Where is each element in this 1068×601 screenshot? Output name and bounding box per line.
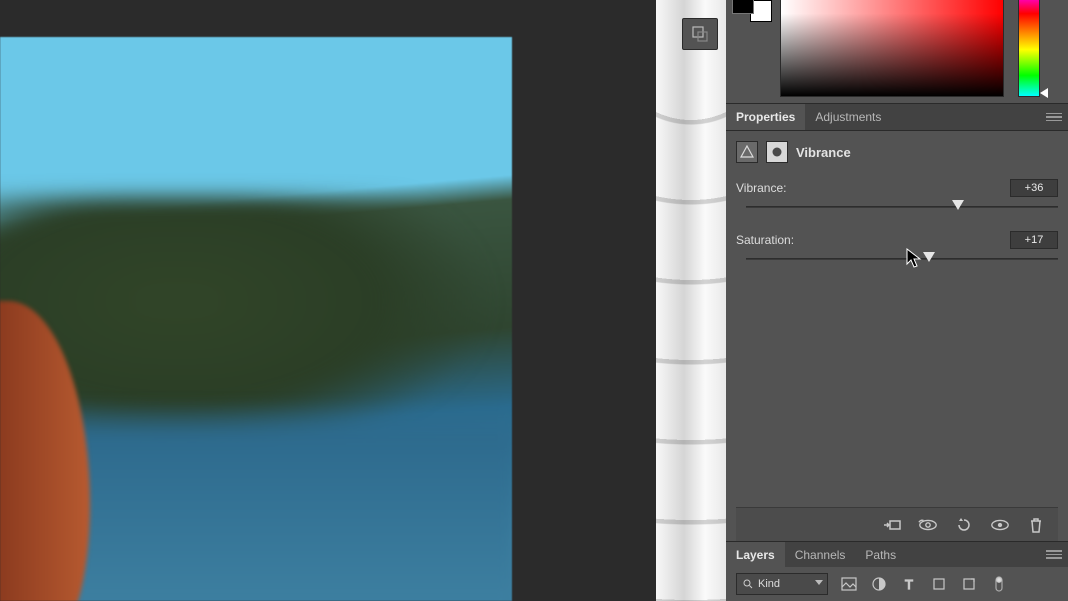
layer-filter-type-select[interactable]: Kind <box>736 573 828 595</box>
foreground-color-swatch[interactable] <box>732 0 754 14</box>
tab-paths[interactable]: Paths <box>855 542 906 567</box>
svg-text:T: T <box>905 577 913 591</box>
document-edge-strip <box>656 0 726 601</box>
vibrance-slider[interactable] <box>746 199 1058 215</box>
search-icon <box>743 579 753 589</box>
filter-pixel-layers-icon[interactable] <box>840 575 858 593</box>
reset-icon[interactable] <box>954 516 974 534</box>
vibrance-value-input[interactable]: +36 <box>1010 179 1058 197</box>
filter-adjustment-layers-icon[interactable] <box>870 575 888 593</box>
color-panel <box>726 0 1068 103</box>
hue-slider[interactable] <box>1018 0 1040 97</box>
filter-smart-object-icon[interactable] <box>960 575 978 593</box>
view-previous-state-icon[interactable] <box>918 516 938 534</box>
adjustment-header: Vibrance <box>736 139 1058 165</box>
adjustment-title: Vibrance <box>796 145 851 160</box>
document-canvas[interactable] <box>0 37 512 601</box>
saturation-slider-thumb[interactable] <box>923 252 935 264</box>
properties-panel-tabs: Properties Adjustments <box>726 103 1068 131</box>
panel-menu-icon[interactable] <box>1046 542 1062 567</box>
layers-filter-toolbar: Kind T <box>726 567 1068 601</box>
saturation-slider[interactable] <box>746 251 1058 267</box>
vibrance-slider-thumb[interactable] <box>952 200 964 212</box>
tab-layers[interactable]: Layers <box>726 542 785 567</box>
tab-properties[interactable]: Properties <box>726 104 805 130</box>
trash-icon[interactable] <box>1026 516 1046 534</box>
vibrance-label: Vibrance: <box>736 181 786 195</box>
tool-slice-select[interactable] <box>682 18 718 50</box>
tab-channels[interactable]: Channels <box>785 542 856 567</box>
vibrance-slider-block: Vibrance: +36 <box>736 179 1058 225</box>
clip-to-layer-icon[interactable] <box>882 516 902 534</box>
properties-panel-body: Vibrance Vibrance: +36 Saturation: +17 <box>726 131 1068 541</box>
color-picker-field[interactable] <box>780 0 1004 97</box>
filter-shape-layers-icon[interactable] <box>930 575 948 593</box>
saturation-slider-block: Saturation: +17 <box>736 231 1058 277</box>
right-panel-area: Properties Adjustments Vibrance Vibrance… <box>726 0 1068 601</box>
layer-filter-type-label: Kind <box>758 578 780 590</box>
canvas-background <box>0 0 656 601</box>
filter-toggle-switch[interactable] <box>990 575 1008 593</box>
panel-menu-icon[interactable] <box>1046 104 1062 130</box>
tab-adjustments[interactable]: Adjustments <box>805 104 891 130</box>
layers-panel-tabs: Layers Channels Paths <box>726 541 1068 567</box>
saturation-label: Saturation: <box>736 233 794 247</box>
filter-type-layers-icon[interactable]: T <box>900 575 918 593</box>
chevron-down-icon <box>815 580 823 585</box>
layer-mask-icon[interactable] <box>766 141 788 163</box>
toggle-visibility-icon[interactable] <box>990 516 1010 534</box>
saturation-value-input[interactable]: +17 <box>1010 231 1058 249</box>
vibrance-adjustment-icon <box>736 141 758 163</box>
foreground-background-swatch[interactable] <box>732 0 772 22</box>
properties-panel-footer <box>736 507 1058 541</box>
hue-slider-indicator <box>1040 88 1048 98</box>
